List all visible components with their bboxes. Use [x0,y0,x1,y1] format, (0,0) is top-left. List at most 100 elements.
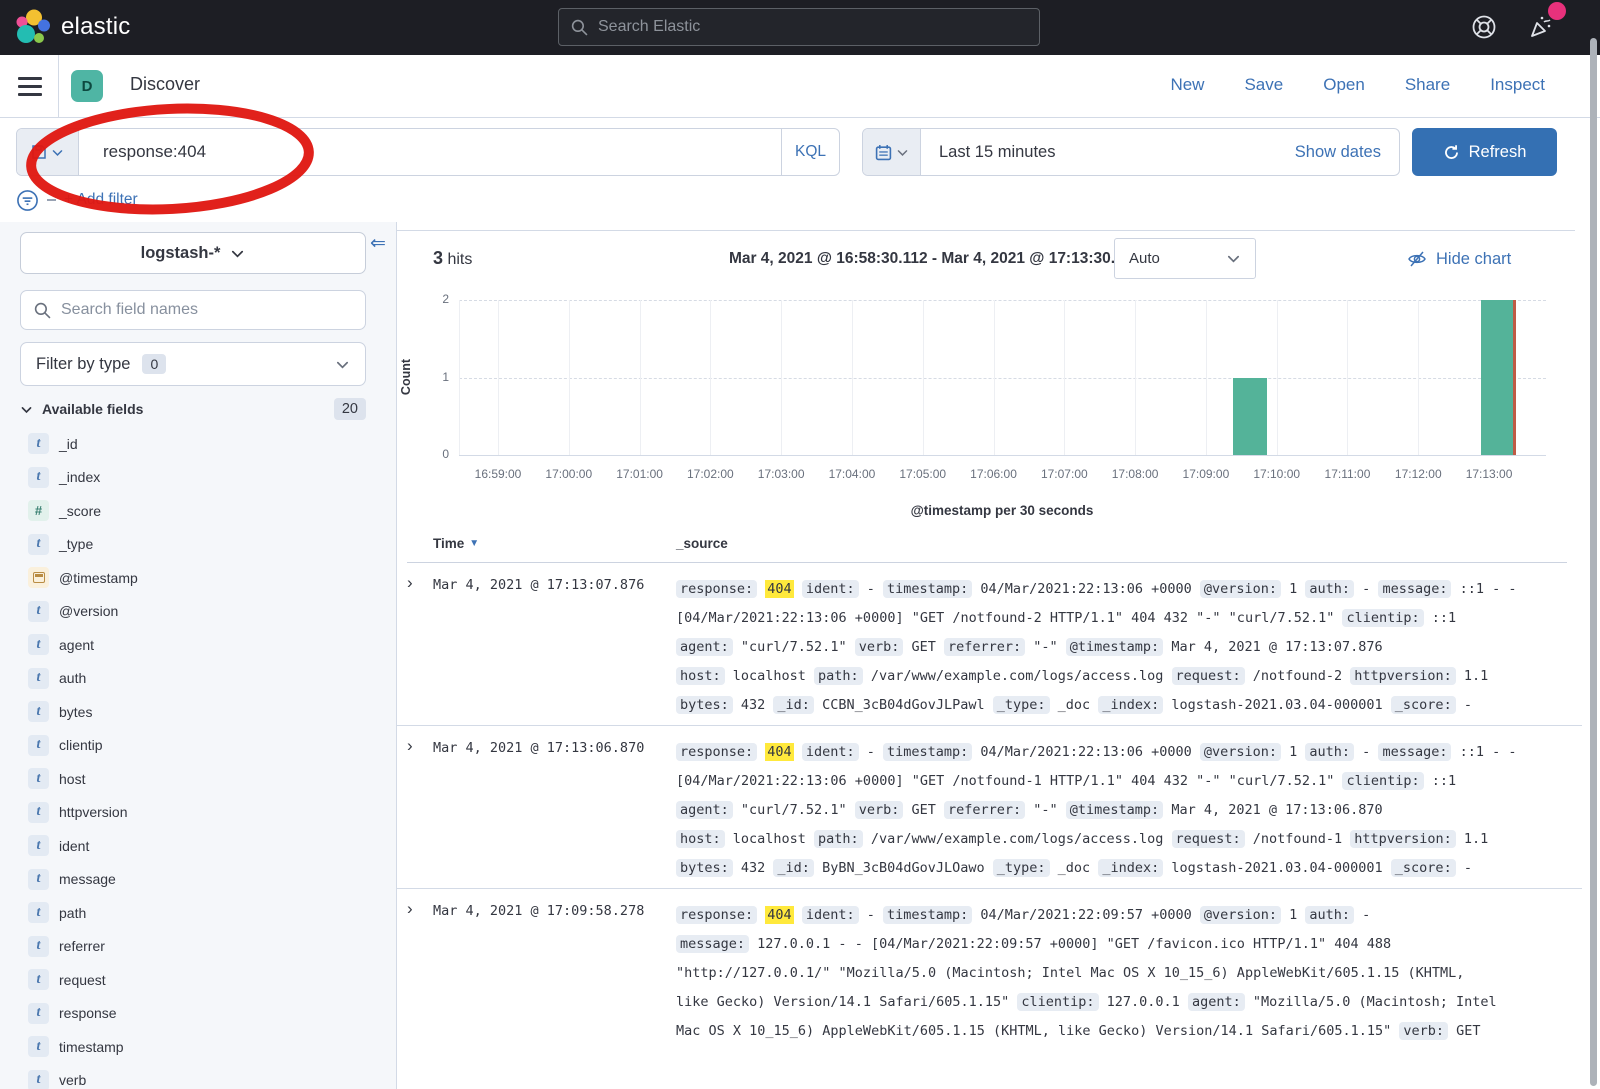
histogram-bar-17:13:00[interactable] [1481,300,1515,455]
global-search-placeholder: Search Elastic [598,18,700,36]
source-field-pill: response: [676,906,757,924]
chevron-down-icon [1226,251,1241,266]
navbar-divider [58,55,59,117]
available-fields-header[interactable]: Available fields 20 [20,398,366,420]
field-item-_id[interactable]: t_id [0,427,396,461]
help-icon[interactable] [1470,13,1498,41]
hide-chart-button[interactable]: Hide chart [1407,249,1511,269]
interval-select[interactable]: Auto [1114,238,1256,279]
source-field-pill: auth: [1305,906,1354,924]
expand-row-icon[interactable]: › [407,573,413,593]
nav-link-new[interactable]: New [1170,75,1204,95]
string-type-icon: t [28,969,49,990]
column-header-time[interactable]: Time ▼ [433,536,479,551]
gridline-x [1418,300,1419,455]
source-line: bytes: 432 _id: ByBN_3cB04dGovJLOawo _ty… [676,854,1566,883]
gridline-x [923,300,924,455]
filter-by-type-select[interactable]: Filter by type 0 [20,342,366,386]
field-item-auth[interactable]: tauth [0,662,396,696]
field-item-_score[interactable]: #_score [0,494,396,528]
field-item-bytes[interactable]: tbytes [0,695,396,729]
nav-link-save[interactable]: Save [1244,75,1283,95]
string-type-icon: t [28,936,49,957]
field-item-referrer[interactable]: treferrer [0,930,396,964]
source-field-pill: auth: [1305,580,1354,598]
row-timestamp: Mar 4, 2021 @ 17:09:58.278 [433,903,644,919]
source-line: [04/Mar/2021:22:13:06 +0000] "GET /notfo… [676,604,1566,633]
hits-count: 3 hits [433,248,472,269]
index-pattern-select[interactable]: logstash-* [20,232,366,274]
field-name: _index [59,469,100,485]
field-item-httpversion[interactable]: thttpversion [0,796,396,830]
app-navbar: D Discover New Save Open Share Inspect [0,55,1600,118]
field-name: timestamp [59,1039,124,1055]
filter-icon[interactable] [16,189,39,212]
number-type-icon: # [28,500,49,521]
field-item-ident[interactable]: tident [0,829,396,863]
string-type-icon: t [28,433,49,454]
nav-link-open[interactable]: Open [1323,75,1365,95]
field-item-request[interactable]: trequest [0,963,396,997]
plot-left-edge [459,300,460,455]
gridline-x [710,300,711,455]
field-item-clientip[interactable]: tclientip [0,729,396,763]
field-item-host[interactable]: thost [0,762,396,796]
refresh-button[interactable]: Refresh [1412,128,1557,176]
vertical-scrollbar[interactable] [1590,38,1597,1086]
query-input[interactable]: response:404 [79,129,781,175]
field-item-_index[interactable]: t_index [0,461,396,495]
field-item-timestamp[interactable]: ttimestamp [0,1030,396,1064]
interval-value: Auto [1129,250,1160,267]
gridline-x [1347,300,1348,455]
source-field-pill: timestamp: [883,743,972,761]
field-item-agent[interactable]: tagent [0,628,396,662]
page-title: Discover [130,74,200,95]
field-name: bytes [59,704,92,720]
table-row: ›Mar 4, 2021 @ 17:13:06.870response: 404… [397,725,1582,888]
search-icon [571,19,588,36]
field-item-@timestamp[interactable]: @timestamp [0,561,396,595]
query-language-button[interactable]: KQL [781,129,839,175]
elastic-logo[interactable]: elastic [14,8,130,46]
source-field-pill: _index: [1098,696,1163,714]
x-tick-label: 17:02:00 [674,467,746,481]
saved-query-menu-button[interactable] [17,129,79,175]
source-field-pill: request: [1172,830,1245,848]
field-item-@version[interactable]: t@version [0,595,396,629]
time-range-value[interactable]: Last 15 minutes [921,143,1055,162]
filter-by-type-label: Filter by type [36,355,130,374]
field-item-_type[interactable]: t_type [0,528,396,562]
field-item-response[interactable]: tresponse [0,997,396,1031]
field-item-path[interactable]: tpath [0,896,396,930]
row-timestamp: Mar 4, 2021 @ 17:13:07.876 [433,577,644,593]
histogram-bar-17:09:30[interactable] [1233,378,1267,456]
sort-desc-icon[interactable]: ▼ [469,538,479,549]
add-filter-button[interactable]: + Add filter [64,191,138,209]
gridline-x [498,300,499,455]
nav-link-share[interactable]: Share [1405,75,1450,95]
hide-chart-label: Hide chart [1436,250,1511,269]
source-field-pill: agent: [676,801,733,819]
global-search-input[interactable]: Search Elastic [558,8,1040,46]
x-tick-label: 17:10:00 [1241,467,1313,481]
menu-hamburger-icon[interactable] [18,77,42,96]
discover-app-badge[interactable]: D [71,70,103,102]
field-search-input[interactable]: Search field names [20,290,366,330]
field-item-verb[interactable]: tverb [0,1064,396,1089]
field-name: agent [59,637,94,653]
string-type-icon: t [28,802,49,823]
gridline-x [1135,300,1136,455]
expand-row-icon[interactable]: › [407,736,413,756]
field-item-message[interactable]: tmessage [0,863,396,897]
field-name: path [59,905,86,921]
hits-number: 3 [433,248,443,268]
string-type-icon: t [28,835,49,856]
expand-row-icon[interactable]: › [407,899,413,919]
source-field-pill: @timestamp: [1066,638,1163,656]
quick-select-menu-button[interactable] [863,129,921,175]
nav-link-inspect[interactable]: Inspect [1490,75,1545,95]
show-dates-button[interactable]: Show dates [1295,143,1399,162]
source-field-pill: httpversion: [1350,667,1456,685]
source-field-pill: host: [676,667,725,685]
collapse-sidebar-icon[interactable]: ⇐ [370,232,386,255]
